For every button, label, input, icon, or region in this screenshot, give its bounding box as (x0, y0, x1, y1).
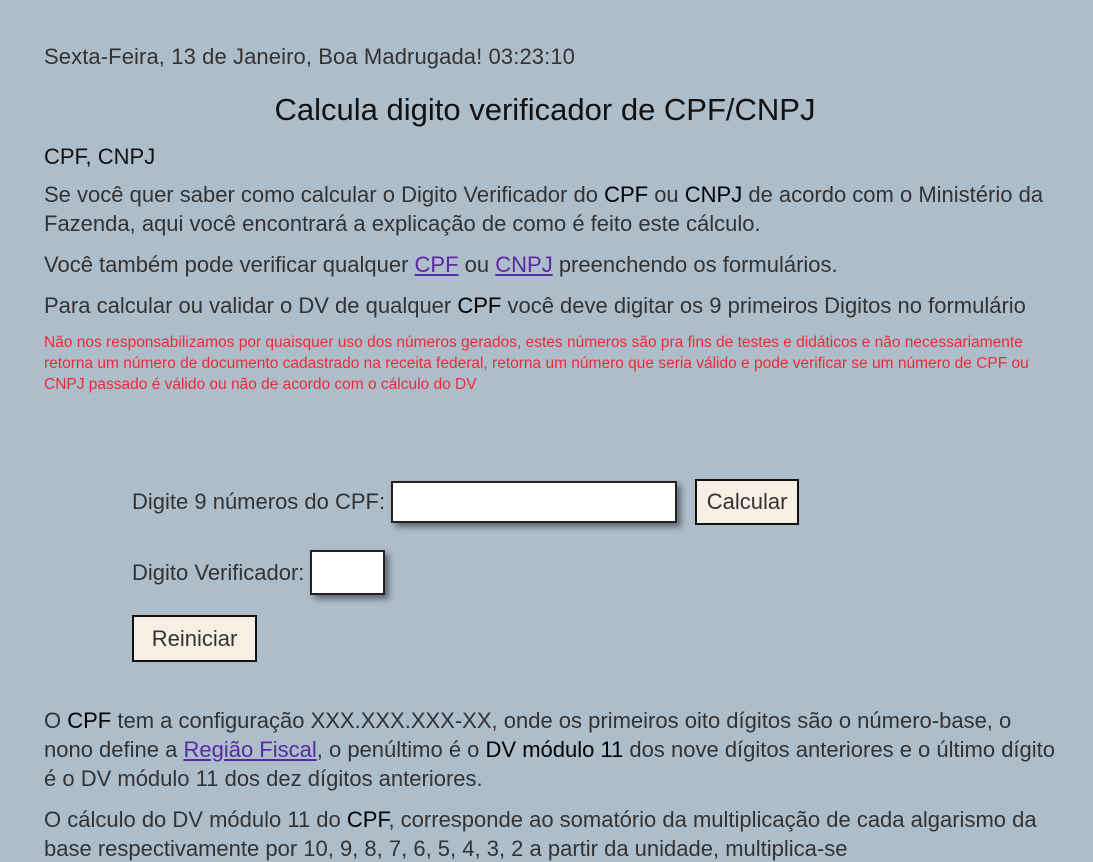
disclaimer-text: Não nos responsabilizamos por quaisquer … (44, 334, 1029, 393)
intro-text: você deve digitar os 9 primeiros Digitos… (501, 293, 1026, 318)
explanation-paragraph-2: O cálculo do DV módulo 11 do CPF, corres… (44, 805, 1059, 862)
cpf-input[interactable] (391, 480, 678, 523)
regiao-fiscal-link[interactable]: Região Fiscal (183, 737, 316, 762)
cpf-term: CPF (67, 708, 112, 733)
calculate-button[interactable]: Calcular (695, 478, 800, 525)
cpf-input-row: Digite 9 números do CPF: Calcular (132, 478, 932, 525)
cnpj-link[interactable]: CNPJ (495, 252, 552, 277)
cpf-term: CPF (604, 182, 649, 207)
cpf-input-label: Digite 9 números do CPF: (132, 488, 386, 514)
page: Sexta-Feira, 13 de Janeiro, Boa Madrugad… (0, 0, 1093, 862)
intro-text: ou (648, 182, 685, 207)
intro-paragraph-3: Para calcular ou validar o DV de qualque… (44, 291, 1054, 320)
dv-row: Digito Verificador: (132, 549, 932, 596)
cpf-term: CPF (346, 807, 389, 832)
cpf-term: CPF (457, 293, 502, 318)
cnpj-term: CNPJ (684, 182, 743, 207)
intro-text: Se você quer saber como calcular o Digit… (44, 182, 605, 207)
dv-modulo-term: DV módulo 11 (485, 737, 624, 762)
main-content: Sexta-Feira, 13 de Janeiro, Boa Madrugad… (44, 44, 1054, 395)
intro-text: ou (458, 252, 496, 277)
dv-field[interactable] (310, 550, 386, 595)
dv-label: Digito Verificador: (132, 559, 305, 585)
intro-text: Você também pode verificar qualquer (44, 252, 415, 277)
intro-text: Para calcular ou validar o DV de qualque… (44, 293, 458, 318)
explanation-text: O (44, 708, 68, 733)
reset-row: Reiniciar (132, 615, 932, 662)
intro-paragraph-1: Se você quer saber como calcular o Digit… (44, 180, 1054, 238)
explanation-text: , o penúltimo é o (316, 737, 486, 762)
reset-button[interactable]: Reiniciar (132, 615, 257, 662)
cpf-link[interactable]: CPF (415, 252, 459, 277)
intro-text: preenchendo os formulários. (552, 252, 838, 277)
explanation-section: O CPF tem a configuração XXX.XXX.XXX-XX,… (44, 706, 1059, 862)
explanation-text: O cálculo do DV módulo 11 do (44, 807, 347, 832)
intro-paragraph-2: Você também pode verificar qualquer CPF … (44, 250, 1054, 279)
cpf-form: Digite 9 números do CPF: Calcular Digito… (132, 478, 932, 662)
section-subtitle: CPF, CNPJ (44, 144, 156, 169)
page-title: Calcula digito verificador de CPF/CNPJ (274, 92, 816, 127)
datetime-greeting: Sexta-Feira, 13 de Janeiro, Boa Madrugad… (44, 44, 575, 69)
explanation-paragraph-1: O CPF tem a configuração XXX.XXX.XXX-XX,… (44, 706, 1059, 793)
